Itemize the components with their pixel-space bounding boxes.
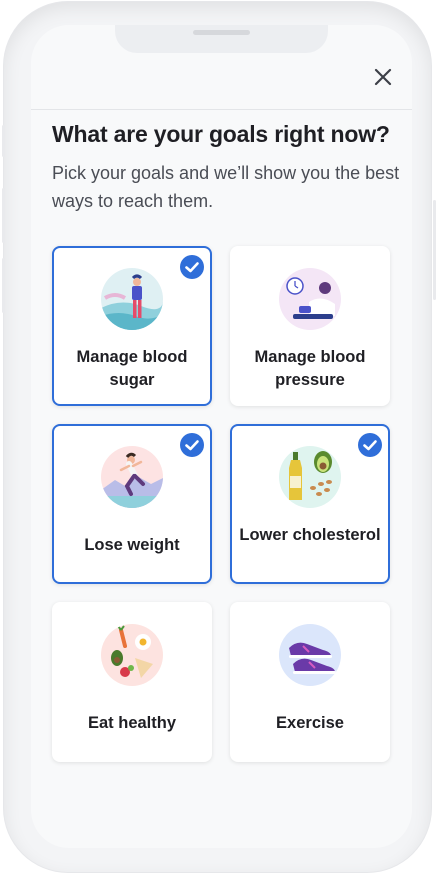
olive-oil-avocado-illustration (279, 446, 341, 508)
blood-pressure-cuff-illustration (279, 268, 341, 330)
goal-label: Eat healthy (87, 714, 177, 732)
healthy-plate-illustration (101, 624, 163, 686)
phone-volume-up-button (2, 188, 5, 243)
page-subtitle: Pick your goals and we’ll show you the b… (52, 163, 400, 211)
goal-label: Lose weight (84, 536, 180, 554)
goal-card-exercise[interactable]: Exercise (230, 602, 390, 762)
runner-illustration (101, 446, 163, 508)
goal-card-eat-healthy[interactable]: Eat healthy (52, 602, 212, 762)
goal-card-manage-blood-pressure[interactable]: Manage blood pressure (230, 246, 390, 406)
goal-card-lose-weight[interactable]: Lose weight (52, 424, 212, 584)
goal-card-lower-cholesterol[interactable]: Lower cholesterol (230, 424, 390, 584)
close-icon (374, 68, 392, 86)
person-standing-illustration (101, 268, 163, 330)
goal-label: Manage blood pressure (254, 348, 366, 389)
goal-card-manage-blood-sugar[interactable]: Manage blood sugar (52, 246, 212, 406)
phone-volume-down-button (2, 258, 5, 313)
phone-side-button (2, 125, 5, 157)
sneakers-illustration (279, 624, 341, 686)
goal-label: Exercise (276, 714, 344, 732)
goal-label: Lower cholesterol (239, 526, 381, 544)
selected-check-icon (180, 255, 204, 279)
top-bar (31, 25, 412, 110)
goal-label: Manage blood sugar (76, 348, 188, 389)
app-screen: What are your goals right now? Pick your… (31, 25, 412, 848)
close-button[interactable] (371, 65, 395, 89)
page-title: What are your goals right now? (52, 121, 390, 147)
selected-check-icon (180, 433, 204, 457)
selected-check-icon (358, 433, 382, 457)
phone-power-button (433, 200, 436, 300)
